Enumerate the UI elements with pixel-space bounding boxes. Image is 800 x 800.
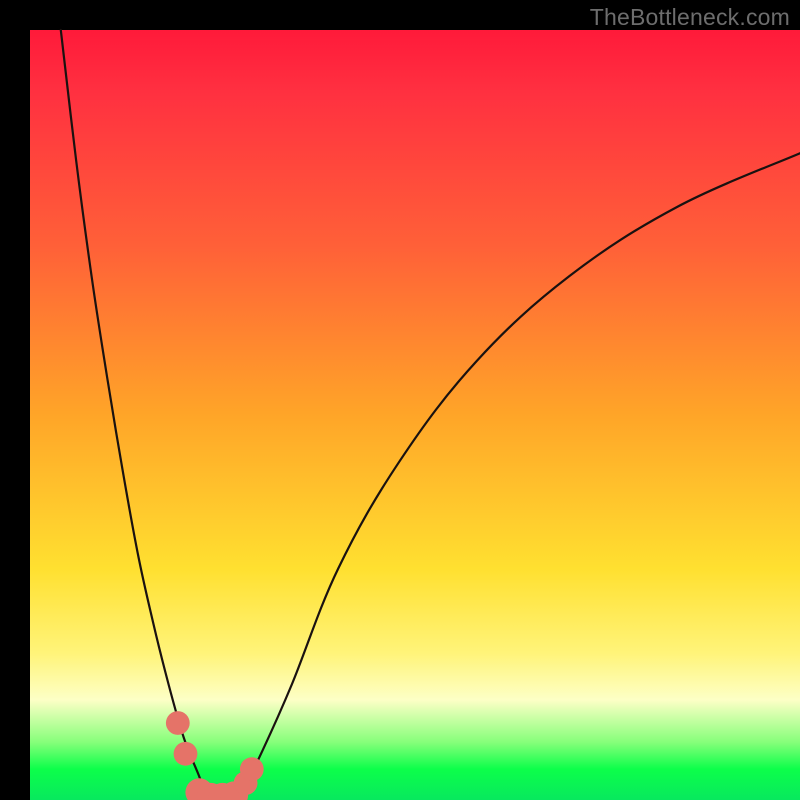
chart-svg [30, 30, 800, 800]
data-marker [174, 742, 198, 766]
data-marker [240, 757, 264, 781]
left-curve [61, 30, 207, 800]
markers-group [166, 711, 264, 800]
data-marker [166, 711, 190, 735]
plot-area [30, 30, 800, 800]
right-curve [238, 153, 800, 800]
chart-frame: TheBottleneck.com [0, 0, 800, 800]
watermark-text: TheBottleneck.com [590, 4, 790, 31]
